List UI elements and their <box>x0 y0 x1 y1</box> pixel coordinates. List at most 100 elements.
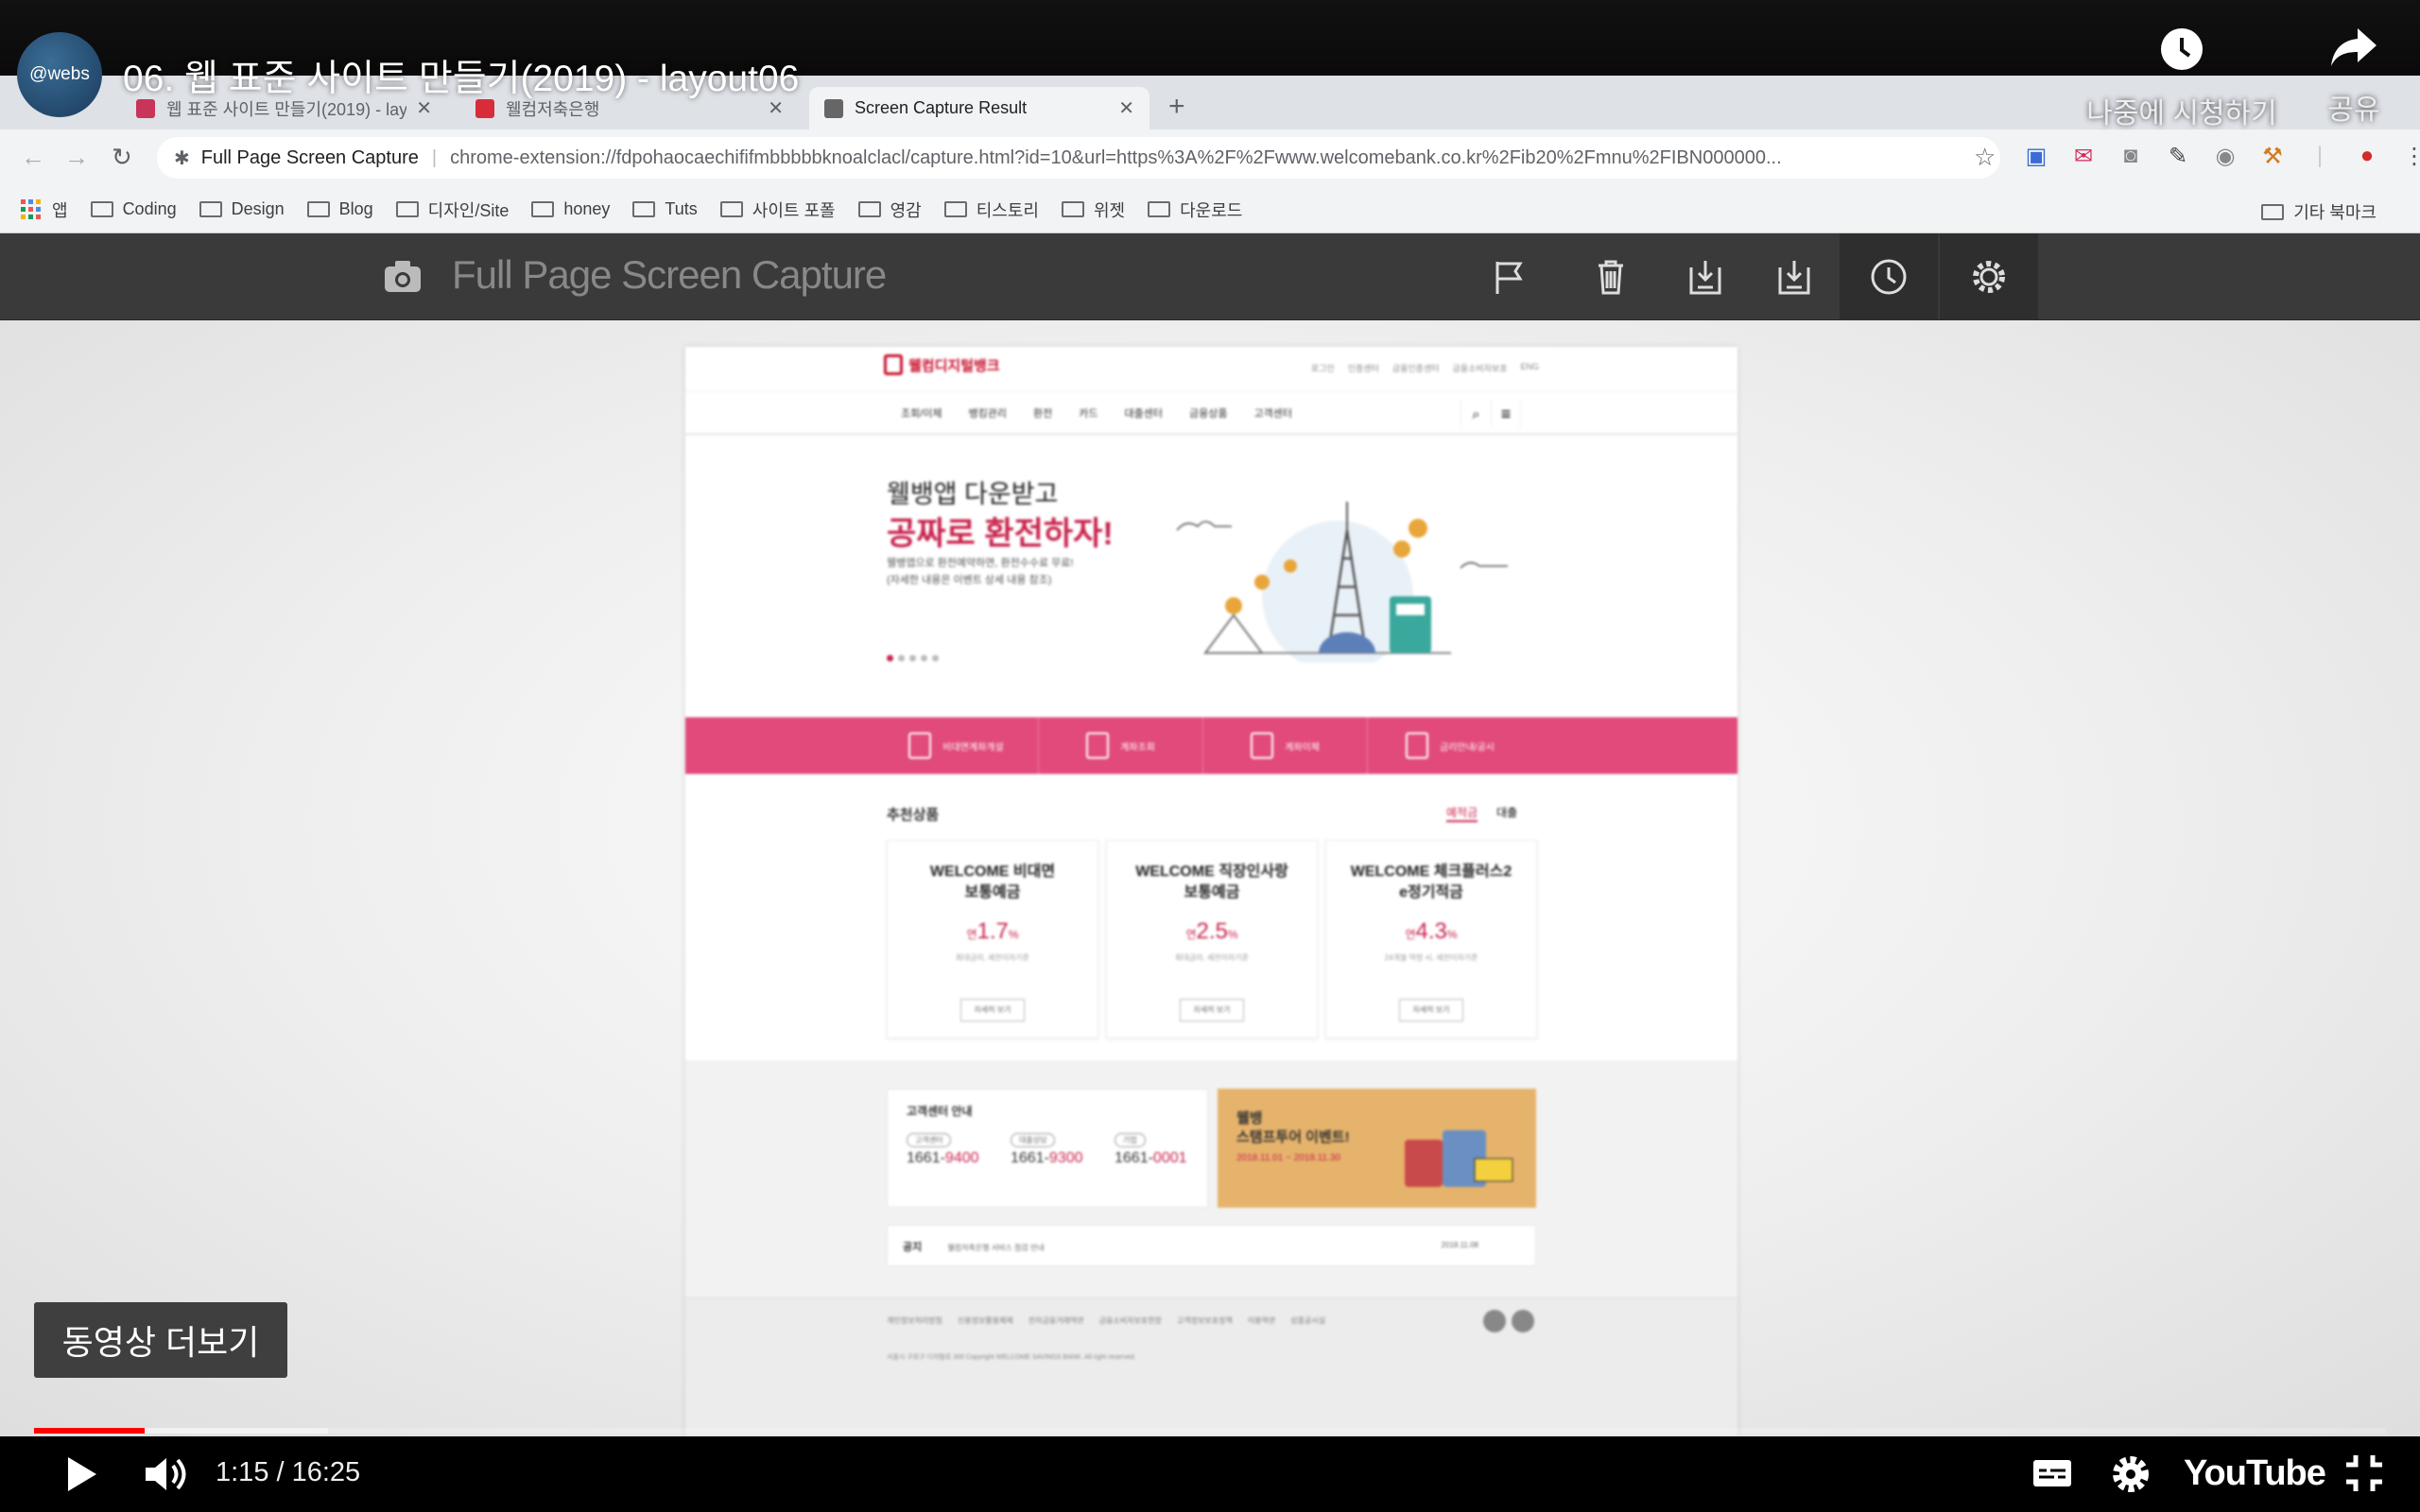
flag-icon[interactable] <box>1460 233 1558 320</box>
event-line-2: 스탬프투어 이벤트! <box>1236 1129 1350 1145</box>
bookmark-folder[interactable]: 위젯 <box>1061 198 1125 222</box>
bookmark-folder[interactable]: 티스토리 <box>943 198 1039 222</box>
product-card[interactable]: WELCOME 체크플러스2 e정기적금 연4.3% 24개월 약정 시, 세전이… <box>1325 840 1537 1039</box>
footer-link[interactable]: 고객정보보호정책 <box>1177 1315 1233 1326</box>
facebook-icon[interactable] <box>1483 1310 1506 1332</box>
cs-phone[interactable]: 1661-0001 <box>1115 1150 1187 1167</box>
top-link[interactable]: 인증센터 <box>1348 362 1379 374</box>
gnb-item[interactable]: 금융상품 <box>1189 405 1227 421</box>
gnb-item[interactable]: 환전 <box>1033 405 1052 421</box>
notice-bar[interactable]: 공지 웰컴저축은행 서비스 점검 안내 2018.11.08 <box>887 1225 1536 1266</box>
tab-title: Screen Capture Result <box>855 98 1028 117</box>
gnb-item[interactable]: 조회/이체 <box>901 405 942 421</box>
gnb-item[interactable]: 뱅킹관리 <box>969 405 1007 421</box>
bookmark-folder[interactable]: Tuts <box>632 199 698 219</box>
slider-dots[interactable] <box>887 655 939 662</box>
bookmark-folder[interactable]: 영감 <box>857 198 922 222</box>
product-name: WELCOME 체크플러스2 <box>1350 864 1512 880</box>
footer-link[interactable]: 상품공시실 <box>1290 1315 1325 1326</box>
search-icon[interactable]: ⌕ <box>1461 400 1491 428</box>
event-banner[interactable]: 웰뱅 스탬프투어 이벤트! 2018.11.01 ~ 2018.11.30 <box>1218 1089 1536 1208</box>
blog-icon[interactable] <box>1512 1310 1534 1332</box>
folder-icon <box>632 201 656 217</box>
settings-gear-icon[interactable] <box>2108 1452 2153 1497</box>
tab-savings[interactable]: 예적금 <box>1446 804 1478 822</box>
new-tab-icon[interactable]: + <box>1168 93 1185 121</box>
product-card[interactable]: WELCOME 직장인사랑 보통예금 연2.5% 최대금리, 세전이자기준 자세히… <box>1106 840 1318 1039</box>
hammer-extension-icon[interactable]: ⚒ <box>2259 143 2286 170</box>
detail-button[interactable]: 자세히 보기 <box>1180 999 1244 1022</box>
bookmark-folder[interactable]: Design <box>199 199 285 219</box>
back-arrow-icon[interactable]: ← <box>21 143 45 172</box>
detail-button[interactable]: 자세히 보기 <box>960 999 1025 1022</box>
tab-loan[interactable]: 대출 <box>1496 804 1517 822</box>
footer-link[interactable]: 개인정보처리방침 <box>887 1315 942 1326</box>
rate-suffix: % <box>1008 928 1019 941</box>
top-link[interactable]: 금융소비자보호 <box>1453 362 1508 374</box>
gnb-item[interactable]: 고객센터 <box>1254 405 1292 421</box>
hamburger-menu-icon[interactable]: ≡ <box>1491 400 1521 428</box>
extension-icons: ▣ ✉ ◙ ✎ ◉ ⚒ | ● ⋮ <box>2023 143 2420 170</box>
more-menu-icon[interactable]: ⋮ <box>2401 143 2420 170</box>
trash-icon[interactable] <box>1562 233 1660 320</box>
forward-arrow-icon[interactable]: → <box>64 143 89 172</box>
gnb-item[interactable]: 카드 <box>1079 405 1098 421</box>
exit-fullscreen-icon[interactable] <box>2342 1452 2386 1495</box>
bookmark-folder[interactable]: 사이트 포폴 <box>719 198 836 222</box>
eyedropper-extension-icon[interactable]: ✎ <box>2165 143 2191 170</box>
quick-menu-item[interactable]: 금리안내/공시 <box>1368 717 1532 774</box>
top-link[interactable]: ENG <box>1520 362 1539 374</box>
top-link[interactable]: 로그인 <box>1311 362 1335 374</box>
volume-icon[interactable] <box>142 1452 195 1497</box>
cs-phone[interactable]: 1661-9400 <box>907 1150 979 1167</box>
quick-menu-item[interactable]: 계좌이체 <box>1203 717 1368 774</box>
quick-menu-item[interactable]: 비대면계좌개설 <box>874 717 1039 774</box>
star-icon[interactable]: ☆ <box>1974 143 1996 172</box>
share-button[interactable]: 공유 <box>2307 26 2401 128</box>
bookmark-apps[interactable]: 앱 <box>21 198 68 222</box>
bookmark-folder[interactable]: 다운로드 <box>1148 198 1242 222</box>
channel-avatar[interactable]: @webs <box>17 32 102 117</box>
watch-later-button[interactable]: 나중에 시청하기 <box>2078 26 2286 131</box>
logo-text: 웰컴디지털뱅크 <box>908 357 1000 374</box>
reload-icon[interactable]: ↻ <box>112 143 132 172</box>
video-title[interactable]: 06. 웹 표준 사이트 만들기(2019) - layout06 <box>123 49 799 102</box>
bookmark-folder[interactable]: honey <box>531 199 610 219</box>
translate-extension-icon[interactable]: ▣ <box>2023 143 2049 170</box>
top-link[interactable]: 금융인증센터 <box>1392 362 1440 374</box>
rate-suffix: % <box>1446 928 1458 941</box>
site-logo[interactable]: 웰컴디지털뱅크 <box>884 354 1000 375</box>
settings-icon[interactable] <box>1940 233 2038 320</box>
subtitles-icon[interactable] <box>2031 1452 2074 1495</box>
more-videos-button[interactable]: 동영상 더보기 <box>34 1302 287 1378</box>
footer-link[interactable]: 금융소비자보호헌장 <box>1099 1315 1162 1326</box>
bookmark-label: 사이트 포폴 <box>752 200 836 220</box>
progress-bar[interactable] <box>34 1428 2386 1434</box>
circle-extension-icon[interactable]: ◉ <box>2212 143 2238 170</box>
bookmark-folder[interactable]: 디자인/Site <box>395 198 509 222</box>
share-arrow-icon <box>2331 28 2377 66</box>
mail-extension-icon[interactable]: ✉ <box>2070 143 2097 170</box>
cs-phone[interactable]: 1661-9300 <box>1011 1150 1083 1167</box>
quick-menu-item[interactable]: 계좌조회 <box>1039 717 1203 774</box>
download-icon[interactable] <box>1656 233 1754 320</box>
close-icon[interactable]: ✕ <box>1118 96 1134 120</box>
bookmark-folder[interactable]: Blog <box>306 199 373 219</box>
bookmark-folder[interactable]: Coding <box>90 199 177 219</box>
footer-link[interactable]: 전자금융거래약관 <box>1028 1315 1084 1326</box>
browser-tab-3-active[interactable]: Screen Capture Result ✕ <box>809 87 1150 129</box>
bookmark-other[interactable]: 기타 북마크 <box>2261 199 2377 224</box>
profile-extension-icon[interactable]: ● <box>2354 143 2380 170</box>
detail-button[interactable]: 자세히 보기 <box>1399 999 1463 1022</box>
download-pdf-icon[interactable] <box>1745 233 1843 320</box>
footer-link[interactable]: 신용정보활용체제 <box>958 1315 1013 1326</box>
youtube-logo[interactable]: YouTube <box>2184 1453 2326 1494</box>
product-card[interactable]: WELCOME 비대면 보통예금 연1.7% 최대금리, 세전이자기준 자세히 보… <box>887 840 1098 1039</box>
history-icon[interactable] <box>1840 233 1938 320</box>
play-icon[interactable] <box>60 1452 102 1497</box>
gnb-item[interactable]: 대출센터 <box>1125 405 1163 421</box>
url-field[interactable]: ✱ Full Page Screen Capture | chrome-exte… <box>157 137 2000 179</box>
footer-link[interactable]: 이용약관 <box>1248 1315 1275 1326</box>
folder-icon <box>531 201 555 217</box>
camera-extension-icon[interactable]: ◙ <box>2118 143 2144 170</box>
